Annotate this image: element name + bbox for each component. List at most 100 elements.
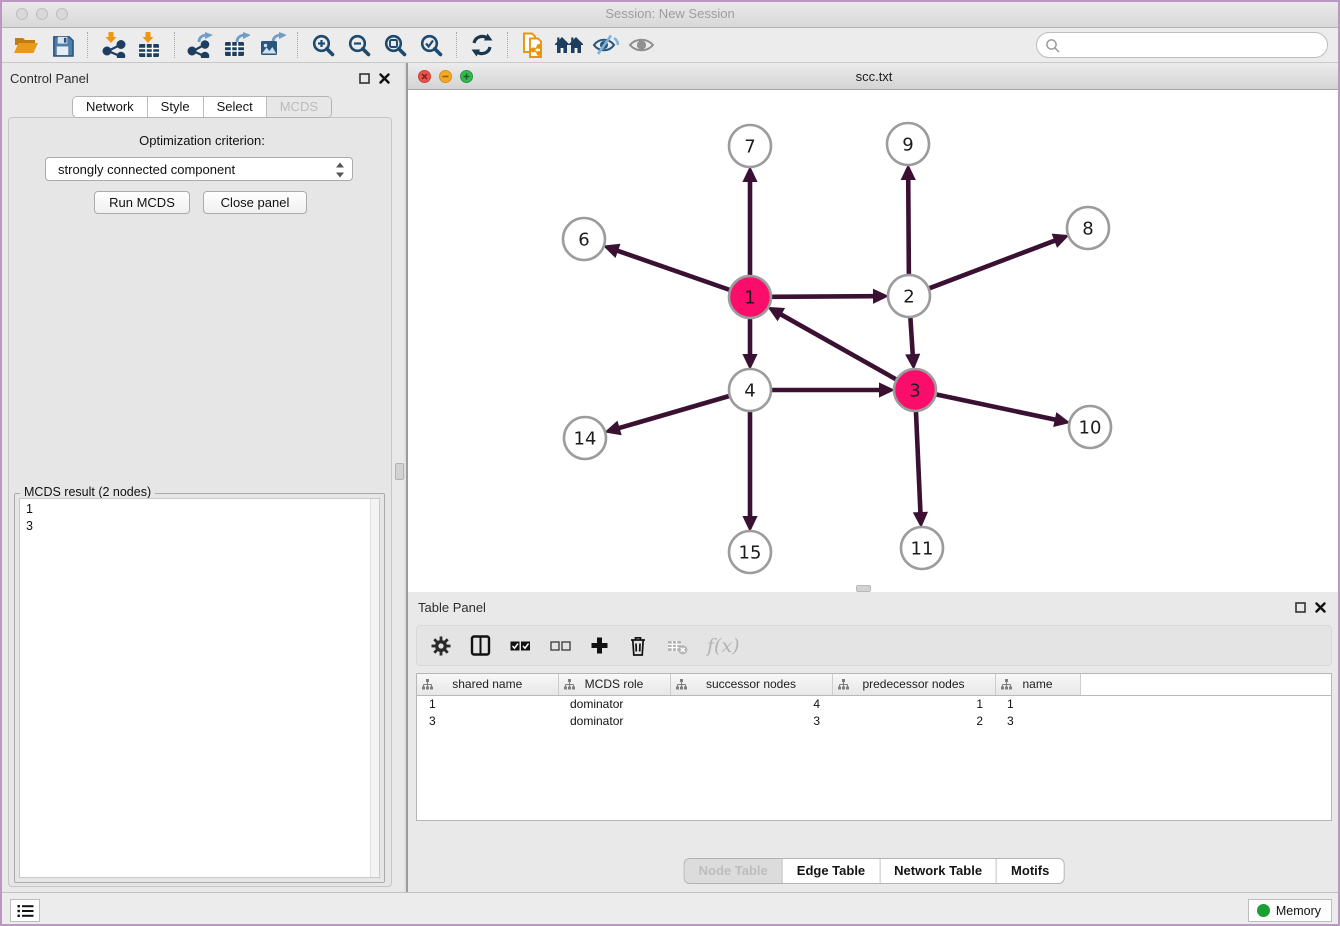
graph-node-14[interactable]: 14 (564, 417, 606, 459)
graph-edge-4-3[interactable] (772, 382, 895, 397)
graph-edge-3-10[interactable] (937, 395, 1071, 427)
delete-table-button[interactable] (667, 637, 688, 655)
zoom-in-icon (311, 33, 336, 58)
column-header-successor-nodes[interactable]: successor nodes (670, 674, 832, 695)
add-row-button[interactable] (590, 636, 609, 655)
close-panel-icon[interactable] (1315, 602, 1326, 613)
clone-network-icon (521, 32, 546, 59)
svg-text:11: 11 (911, 538, 934, 559)
export-table-button[interactable] (218, 30, 254, 60)
graph-node-8[interactable]: 8 (1067, 207, 1109, 249)
table-row[interactable]: 3dominator323 (417, 712, 1331, 729)
column-header-name[interactable]: name (995, 674, 1080, 695)
tab-style[interactable]: Style (148, 97, 204, 117)
graph-edge-4-14[interactable] (604, 396, 729, 435)
graph-edge-2-3[interactable] (905, 318, 920, 370)
graph-node-11[interactable]: 11 (901, 527, 943, 569)
graph-edge-4-15[interactable] (742, 412, 757, 532)
network-canvas[interactable]: 1 2 3 4 6 7 8 9 10 11 14 15 (408, 90, 1340, 592)
cell-shared-name[interactable]: 1 (417, 695, 558, 712)
cell-mcds-role[interactable]: dominator (558, 712, 670, 729)
tab-network-table[interactable]: Network Table (880, 859, 997, 883)
tab-mcds[interactable]: MCDS (267, 97, 331, 117)
graph-node-10[interactable]: 10 (1069, 406, 1111, 448)
criterion-select[interactable]: strongly connected component (45, 157, 353, 181)
zoom-selected-button[interactable] (413, 30, 449, 60)
close-panel-button[interactable]: Close panel (203, 191, 307, 214)
graph-edge-1-4[interactable] (742, 319, 757, 370)
graph-edge-2-9[interactable] (901, 164, 916, 274)
graph-node-15[interactable]: 15 (729, 531, 771, 573)
table-settings-button[interactable] (431, 636, 451, 656)
tab-network[interactable]: Network (73, 97, 148, 117)
graph-node-9[interactable]: 9 (887, 123, 929, 165)
cell-mcds-role[interactable]: dominator (558, 695, 670, 712)
tab-select[interactable]: Select (204, 97, 267, 117)
show-panels-button[interactable] (623, 30, 659, 60)
column-header-shared-name[interactable]: shared name (417, 674, 558, 695)
cell-name[interactable]: 1 (995, 695, 1080, 712)
cell-shared-name[interactable]: 3 (417, 712, 558, 729)
graph-node-6[interactable]: 6 (563, 218, 605, 260)
tab-node-table[interactable]: Node Table (685, 859, 783, 883)
graph-edge-1-2[interactable] (772, 289, 889, 304)
graph-edge-1-6[interactable] (603, 244, 729, 290)
graph-node-7[interactable]: 7 (729, 125, 771, 167)
hide-panels-button[interactable] (587, 30, 623, 60)
svg-text:10: 10 (1079, 417, 1102, 438)
graph-node-3[interactable]: 3 (894, 369, 936, 411)
tab-motifs[interactable]: Motifs (997, 859, 1063, 883)
column-header-predecessor-nodes[interactable]: predecessor nodes (832, 674, 995, 695)
table-header-row: shared nameMCDS rolesuccessor nodesprede… (417, 674, 1331, 695)
svg-text:3: 3 (909, 380, 920, 401)
run-mcds-button[interactable]: Run MCDS (94, 191, 190, 214)
export-image-button[interactable] (254, 30, 290, 60)
zoom-in-button[interactable] (305, 30, 341, 60)
clone-network-button[interactable] (515, 30, 551, 60)
cell-predecessor-nodes[interactable]: 2 (832, 712, 995, 729)
select-all-rows-button[interactable] (510, 639, 531, 653)
graph-edge-2-8[interactable] (930, 234, 1070, 289)
float-panel-icon[interactable] (359, 73, 370, 84)
status-bar: Memory (0, 892, 1340, 926)
export-network-button[interactable] (182, 30, 218, 60)
close-panel-icon[interactable] (379, 73, 390, 84)
zoom-out-button[interactable] (341, 30, 377, 60)
graph-node-2[interactable]: 2 (888, 275, 930, 317)
graph-node-1[interactable]: 1 (729, 276, 771, 318)
tab-edge-table[interactable]: Edge Table (783, 859, 880, 883)
result-scrollbar[interactable] (370, 499, 379, 877)
import-table-button[interactable] (131, 30, 167, 60)
memory-button[interactable]: Memory (1248, 899, 1332, 922)
float-panel-icon[interactable] (1295, 602, 1306, 613)
cell-successor-nodes[interactable]: 3 (670, 712, 832, 729)
task-history-button[interactable] (10, 899, 40, 922)
save-session-button[interactable] (44, 30, 80, 60)
delete-rows-button[interactable] (628, 635, 648, 656)
graph-edge-3-11[interactable] (913, 412, 928, 528)
search-box (1036, 32, 1328, 58)
cell-successor-nodes[interactable]: 4 (670, 695, 832, 712)
refresh-view-button[interactable] (464, 30, 500, 60)
column-header-mcds-role[interactable]: MCDS role (558, 674, 670, 695)
open-session-button[interactable] (8, 30, 44, 60)
vertical-split-handle[interactable] (395, 463, 404, 480)
zoom-fit-button[interactable] (377, 30, 413, 60)
graph-edge-3-1[interactable] (767, 307, 895, 379)
column-selector-button[interactable] (470, 635, 491, 656)
table-panel: Table Panel f(x) shared nameMCDS rol (408, 592, 1340, 892)
graph-edge-1-7[interactable] (742, 166, 757, 275)
network-window: scc.txt 1234678910111415 (408, 63, 1340, 592)
graph-node-4[interactable]: 4 (729, 369, 771, 411)
cell-name[interactable]: 3 (995, 712, 1080, 729)
cell-predecessor-nodes[interactable]: 1 (832, 695, 995, 712)
mcds-result-text[interactable]: 1 3 (19, 498, 380, 878)
session-home-button[interactable] (551, 30, 587, 60)
apply-function-button[interactable]: f(x) (707, 635, 740, 657)
deselect-all-rows-button[interactable] (550, 639, 571, 653)
toolbar-separator (174, 32, 175, 58)
horizontal-split-handle[interactable] (856, 585, 871, 592)
table-row[interactable]: 1dominator411 (417, 695, 1331, 712)
import-network-button[interactable] (95, 30, 131, 60)
search-input[interactable] (1065, 38, 1319, 53)
